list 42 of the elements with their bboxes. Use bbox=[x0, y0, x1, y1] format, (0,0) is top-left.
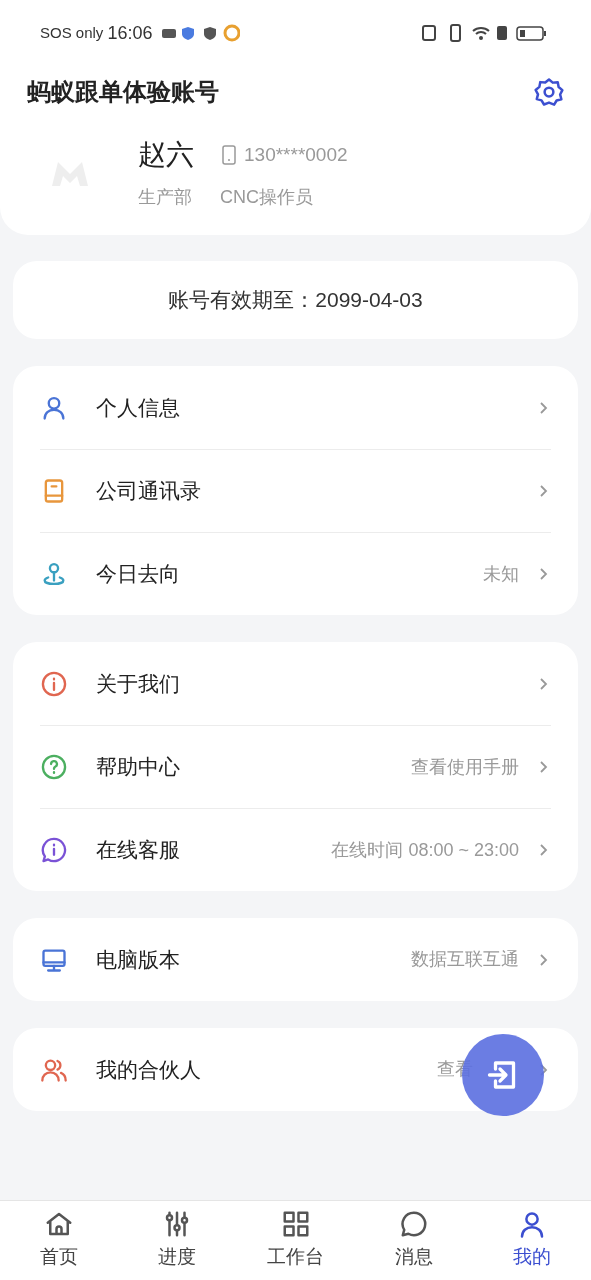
validity-text: 账号有效期至：2099-04-03 bbox=[168, 287, 423, 314]
nav-tab[interactable]: 首页 bbox=[0, 1201, 119, 1280]
chevron-right-icon bbox=[539, 760, 549, 774]
menu-label: 个人信息 bbox=[96, 394, 180, 421]
menu-value: 在线时间 08:00 ~ 23:00 bbox=[331, 838, 519, 862]
chevron-right-icon bbox=[539, 567, 549, 581]
menu-label: 帮助中心 bbox=[96, 754, 180, 781]
menu-label: 电脑版本 bbox=[96, 946, 180, 973]
phone-number: 130****0002 bbox=[244, 142, 348, 167]
menu-value: 未知 bbox=[483, 562, 519, 586]
menu-row[interactable]: 关于我们 bbox=[40, 642, 551, 725]
user-name: 赵六 bbox=[138, 138, 194, 172]
menu-label: 公司通讯录 bbox=[96, 478, 201, 505]
job-role: CNC操作员 bbox=[220, 186, 313, 209]
menu-label: 今日去向 bbox=[96, 561, 180, 588]
menu-row[interactable]: 帮助中心 查看使用手册 bbox=[40, 725, 551, 808]
status-time: 16:06 bbox=[107, 21, 153, 45]
nav-tab[interactable]: 进度 bbox=[118, 1201, 237, 1280]
menu-value: 查看使用手册 bbox=[411, 755, 519, 779]
menu-label: 在线客服 bbox=[96, 837, 180, 864]
menu-row[interactable]: 今日去向 未知 bbox=[40, 532, 551, 615]
chevron-right-icon bbox=[539, 676, 549, 691]
menu-row[interactable]: 公司通讯录 bbox=[40, 449, 551, 532]
page-title: 蚂蚁跟单体验账号 bbox=[27, 77, 219, 107]
menu-label: 关于我们 bbox=[96, 670, 180, 697]
chevron-right-icon bbox=[539, 400, 549, 415]
chevron-right-icon bbox=[539, 952, 549, 967]
status-carrier: SOS only bbox=[40, 22, 104, 43]
menu-row[interactable]: 电脑版本 数据互联互通 bbox=[40, 918, 551, 1001]
menu-row[interactable]: 个人信息 bbox=[40, 366, 551, 449]
chevron-right-icon bbox=[539, 843, 549, 857]
menu-label: 我的合伙人 bbox=[96, 1056, 201, 1083]
menu-row[interactable]: 在线客服 在线时间 08:00 ~ 23:00 bbox=[40, 808, 551, 891]
nav-tab[interactable]: 我的 bbox=[472, 1201, 591, 1280]
phone-icon bbox=[222, 145, 236, 165]
nav-tab[interactable]: 工作台 bbox=[236, 1201, 355, 1280]
department: 生产部 bbox=[138, 186, 192, 209]
chevron-right-icon bbox=[539, 484, 549, 498]
settings-icon[interactable] bbox=[534, 77, 564, 107]
nav-tab[interactable]: 消息 bbox=[354, 1201, 473, 1280]
menu-value: 数据互联互通 bbox=[411, 948, 519, 971]
chat-bubble-icon bbox=[398, 1209, 429, 1240]
